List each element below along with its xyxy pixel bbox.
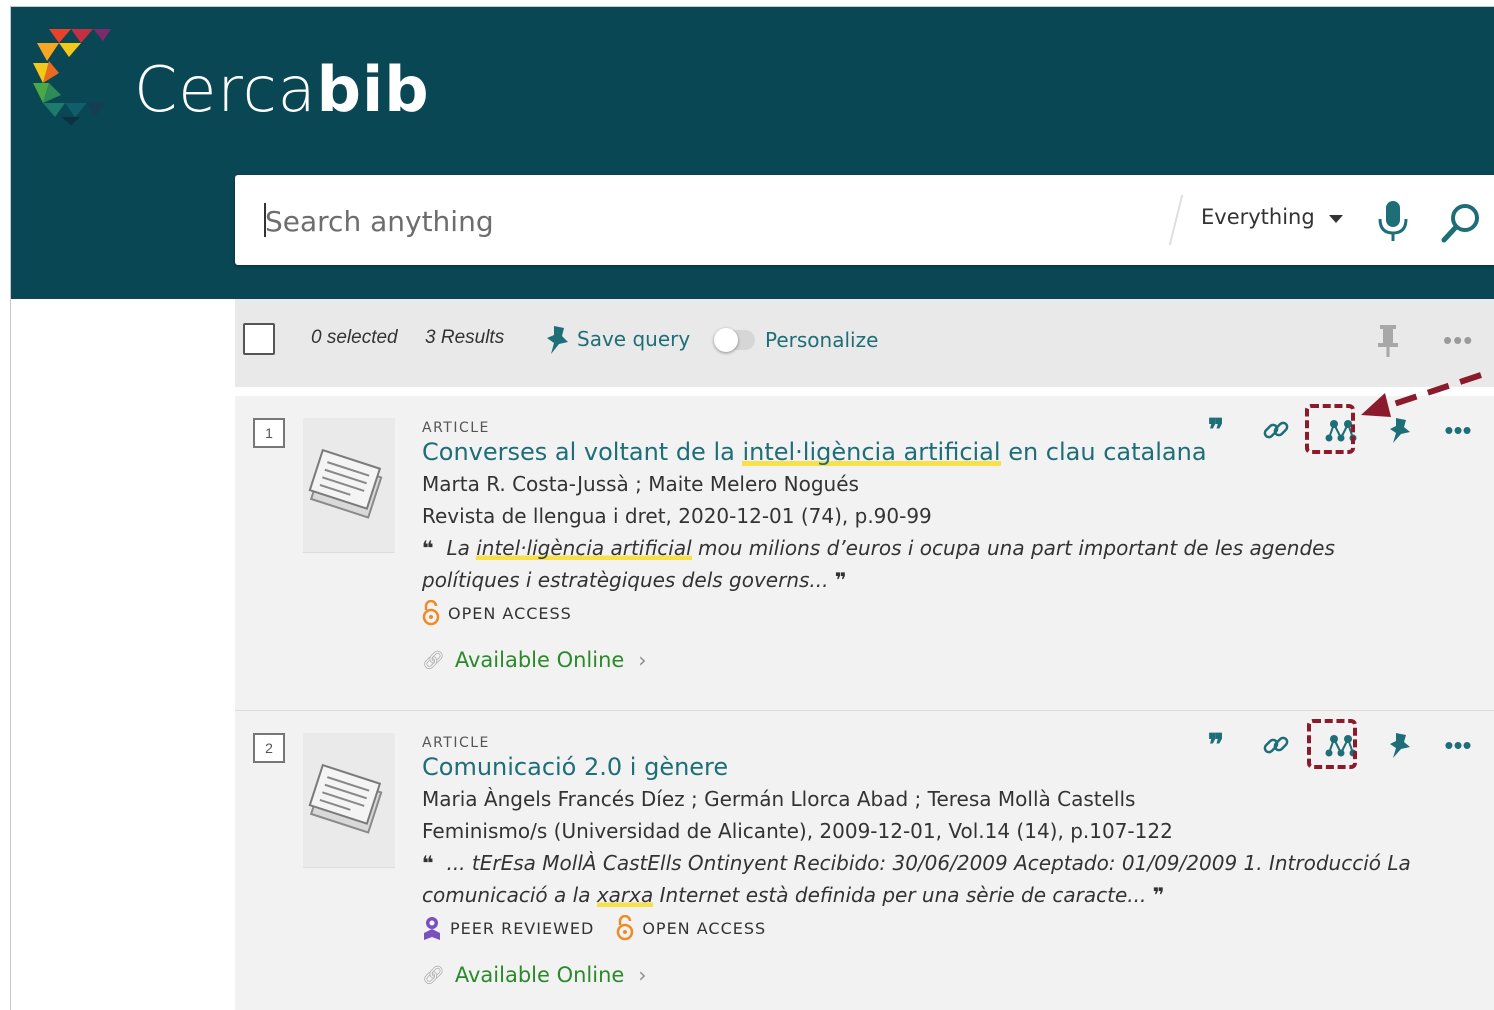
cite-quote-icon[interactable]: ❞: [1201, 727, 1231, 763]
logo[interactable]: Cercabib: [31, 21, 429, 131]
chevron-down-icon[interactable]: [1329, 215, 1343, 223]
search-icon[interactable]: [1439, 201, 1483, 245]
annotation-arrow-icon: [1361, 372, 1482, 417]
result-index: 1: [253, 418, 285, 448]
annotation-highlight-box: [1305, 404, 1355, 454]
result-item: 2 ARTICLE Comunicació 2.0 i gènere Maria…: [235, 711, 1494, 1010]
badge-label: OPEN ACCESS: [642, 918, 767, 938]
result-title-link[interactable]: Comunicació 2.0 i gènere: [422, 753, 728, 781]
snippet-text: Internet està definida per una sèrie de …: [653, 883, 1147, 907]
select-all-checkbox[interactable]: [243, 323, 275, 355]
result-source: Feminismo/s (Universidad de Alicante), 2…: [422, 819, 1173, 843]
title-highlight: intel·ligència artificial: [742, 438, 1001, 466]
cite-quote-icon[interactable]: ❞: [1201, 412, 1231, 448]
save-query-label: Save query: [577, 327, 691, 351]
peer-reviewed-icon: [424, 917, 440, 940]
more-actions-icon[interactable]: •••: [1441, 727, 1475, 763]
microphone-icon[interactable]: [1375, 199, 1411, 245]
search-divider: [1168, 195, 1184, 245]
peer-reviewed-badge: PEER REVIEWED: [422, 915, 594, 941]
link-icon: 🔗︎: [422, 649, 445, 671]
save-query-button[interactable]: Save query: [545, 323, 690, 355]
close-quote-icon: ❞: [834, 568, 847, 592]
availability-label: Available Online: [454, 648, 625, 672]
open-quote-icon: ❝: [422, 851, 434, 875]
close-quote-icon: ❞: [1152, 883, 1165, 907]
result-title-link[interactable]: Converses al voltant de la intel·ligènci…: [422, 438, 1207, 466]
availability-link[interactable]: 🔗︎ Available Online ›: [422, 648, 646, 672]
more-options-icon[interactable]: •••: [1443, 325, 1473, 356]
search-scope-select[interactable]: Everything: [1201, 205, 1315, 229]
personalize-label: Personalize: [765, 328, 879, 352]
badge-label: PEER REVIEWED: [450, 918, 595, 938]
chevron-right-icon: ›: [638, 648, 647, 672]
result-snippet: ❝ La intel·ligència artificial mou milio…: [422, 532, 1412, 596]
document-thumbnail-icon[interactable]: [303, 418, 395, 553]
result-type: ARTICLE: [422, 420, 490, 436]
permalink-icon[interactable]: [1259, 727, 1293, 763]
document-thumbnail-icon[interactable]: [303, 733, 395, 868]
page-frame: Cercabib Everything: [10, 6, 1494, 1010]
annotation-highlight-box: [1307, 719, 1357, 769]
pin-icon[interactable]: [1385, 727, 1415, 763]
results-toolbar: 0 selected 3 Results Save query Personal…: [235, 299, 1494, 387]
title-text: Converses al voltant de la: [422, 438, 743, 466]
open-lock-icon: [422, 600, 440, 626]
availability-label: Available Online: [454, 963, 625, 987]
result-index: 2: [253, 733, 285, 763]
open-quote-icon: ❝: [422, 536, 434, 560]
open-lock-icon: [617, 915, 634, 941]
results-count: 3 Results: [425, 327, 505, 348]
snippet-highlight: intel·ligència artificial: [476, 536, 692, 560]
title-text: en clau catalana: [1000, 438, 1207, 466]
logo-wordmark: Cercabib: [134, 53, 430, 126]
snippet-text: La: [446, 536, 477, 560]
pin-icon: [547, 326, 568, 354]
result-authors: Marta R. Costa-Jussà ; Maite Melero Nogu…: [422, 472, 859, 496]
header: Cercabib Everything: [11, 7, 1494, 299]
snippet-highlight: xarxa: [596, 883, 654, 907]
logo-mark-icon: [33, 29, 111, 125]
open-access-badge: OPEN ACCESS: [422, 600, 572, 626]
result-badges: OPEN ACCESS: [422, 600, 594, 626]
permalink-icon[interactable]: [1259, 412, 1293, 448]
result-source: Revista de llengua i dret, 2020-12-01 (7…: [422, 504, 932, 528]
toggle-switch[interactable]: [714, 328, 755, 352]
search-input[interactable]: [263, 197, 1147, 245]
badge-label: OPEN ACCESS: [448, 603, 572, 623]
availability-link[interactable]: 🔗︎ Available Online ›: [422, 963, 646, 987]
selected-count: 0 selected: [311, 327, 398, 348]
result-authors: Maria Àngels Francés Díez ; Germán Llorc…: [422, 787, 1136, 811]
open-access-badge: OPEN ACCESS: [616, 915, 766, 941]
result-type: ARTICLE: [422, 735, 490, 751]
result-item: 1 ARTICLE Converses al voltant de la int…: [235, 396, 1494, 711]
chevron-right-icon: ›: [638, 963, 647, 987]
result-snippet: ❝ ... tErEsa MollÀ CastElls Ontinyent Re…: [422, 847, 1412, 911]
search-bar: Everything: [235, 175, 1494, 265]
pinned-items-icon[interactable]: [1375, 323, 1401, 359]
link-icon: 🔗︎: [422, 964, 445, 986]
personalize-toggle[interactable]: Personalize: [714, 325, 879, 355]
result-badges: PEER REVIEWED OPEN ACCESS: [422, 915, 788, 941]
